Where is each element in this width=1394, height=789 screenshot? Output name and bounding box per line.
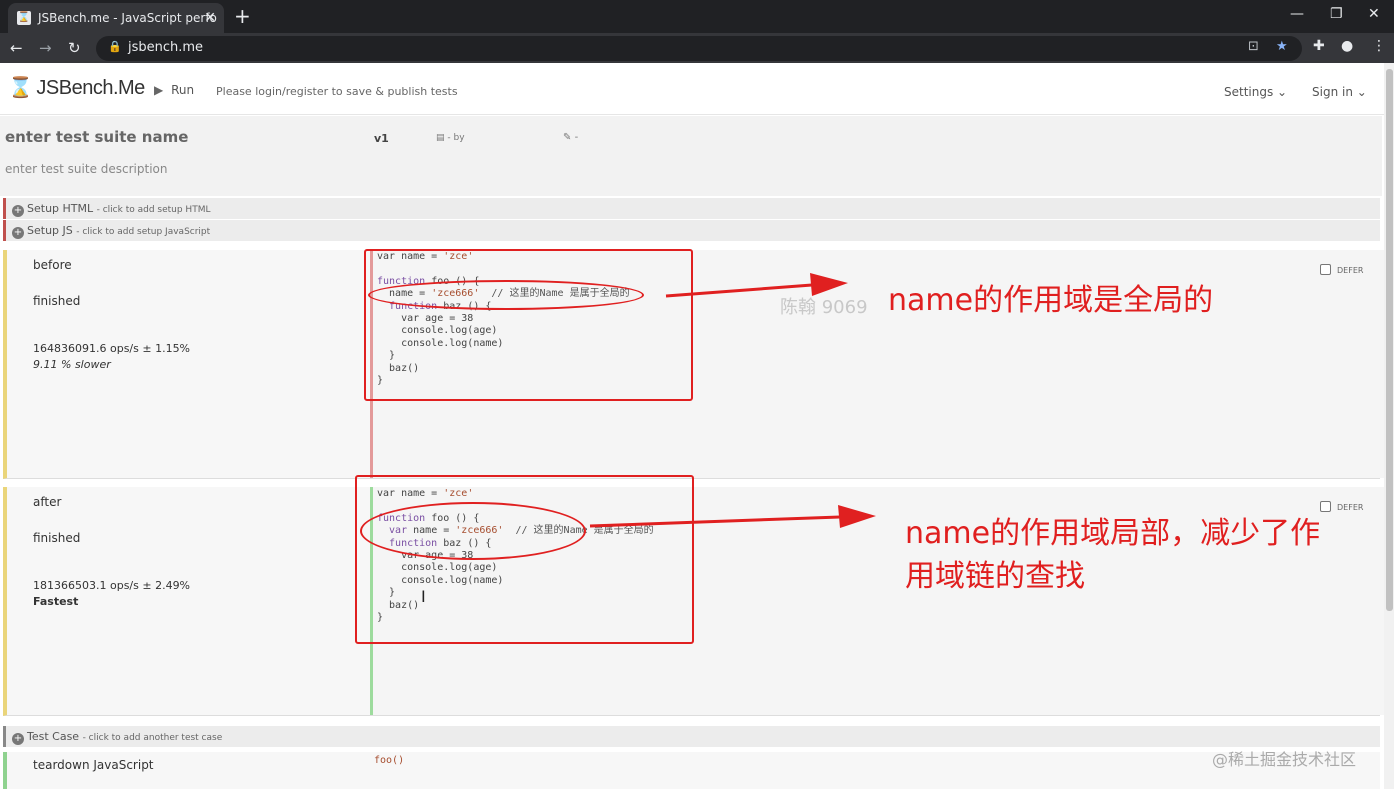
corner-watermark: @稀土掘金技术社区: [1212, 750, 1357, 769]
annotation-arrows: [589, 273, 876, 528]
annotation-note-2-line-1: name的作用域局部，减少了作: [905, 516, 1321, 551]
arrow-line-2: [589, 515, 841, 528]
text-cursor-icon: I: [421, 587, 426, 606]
annotation-note-1: name的作用域是全局的: [888, 283, 1214, 318]
screen: ⌛ JSBench.me - JavaScript perfo ✕ + — ❐ …: [0, 0, 1394, 789]
arrow-head-2: [838, 505, 876, 528]
annotation-note-2-line-2: 用域链的查找: [905, 559, 1085, 594]
watermark-text: 陈翰 9069: [780, 297, 868, 318]
